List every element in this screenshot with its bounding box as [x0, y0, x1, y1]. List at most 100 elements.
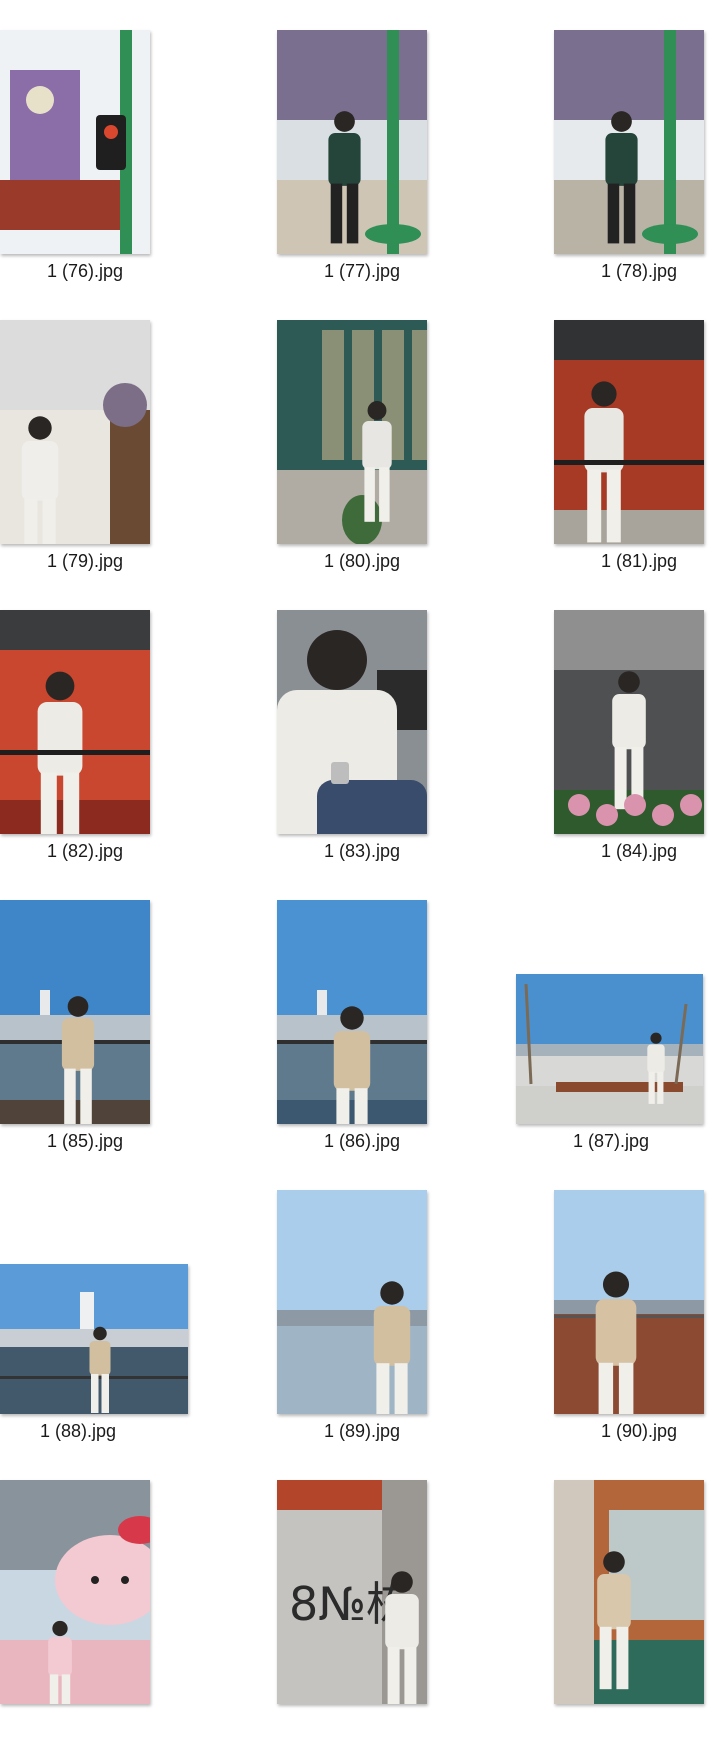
boardwalk [277, 1100, 427, 1124]
awning [554, 320, 704, 360]
person-head [367, 401, 387, 420]
watch [331, 762, 349, 784]
person-leg [91, 1374, 99, 1413]
photo-thumbnail[interactable] [0, 1264, 188, 1414]
photo-thumbnail[interactable] [554, 30, 704, 254]
person-leg [330, 183, 343, 244]
file-item[interactable]: 1 (90).jpg [554, 1170, 718, 1452]
person-leg [40, 772, 57, 834]
thumbnail-frame [554, 300, 718, 544]
railing [554, 460, 704, 465]
person-torso [605, 133, 638, 186]
thumbnail-frame: 8№栋 [277, 1460, 447, 1704]
photo-thumbnail[interactable] [277, 30, 427, 254]
person-leg [49, 1674, 59, 1704]
file-thumbnail-grid: 1 (76).jpg 1 (77).jpg 1 (78).jpg 1 (79).jpg… [0, 0, 718, 1706]
file-item[interactable]: 1 (87).jpg [516, 880, 718, 1162]
file-name-label: 1 (80).jpg [323, 551, 401, 571]
photo-thumbnail[interactable] [277, 610, 427, 834]
photo-thumbnail[interactable] [554, 1480, 704, 1704]
file-name-label: 1 (76).jpg [46, 261, 124, 281]
file-item[interactable]: 1 (78).jpg [554, 10, 718, 292]
person-torso [21, 441, 59, 501]
file-item[interactable]: 1 (89).jpg [277, 1170, 447, 1452]
person-torso [647, 1044, 665, 1073]
photo-thumbnail[interactable] [554, 320, 704, 544]
thumbnail-frame [277, 880, 447, 1124]
file-item[interactable]: 1 (84).jpg [554, 590, 718, 872]
file-name-label: 1 (81).jpg [600, 551, 678, 571]
person-leg [336, 1088, 350, 1124]
thumbnail-frame [277, 1170, 447, 1414]
person-leg [614, 746, 627, 810]
file-name-label: 1 (89).jpg [323, 1421, 401, 1441]
photo-thumbnail[interactable] [554, 610, 704, 834]
file-item[interactable]: 1 (83).jpg [277, 590, 447, 872]
photo-thumbnail[interactable] [277, 320, 427, 544]
file-item[interactable]: 1 (80).jpg [277, 300, 447, 582]
hydrangea [680, 794, 702, 816]
file-name-label: 1 (79).jpg [46, 551, 124, 571]
file-item[interactable]: 8№栋 [277, 1460, 447, 1742]
person-torso [595, 1299, 637, 1366]
photo-thumbnail[interactable] [554, 1190, 704, 1414]
file-item[interactable]: 1 (86).jpg [277, 880, 447, 1162]
photo-thumbnail[interactable] [0, 610, 150, 834]
person-head [391, 1571, 413, 1593]
person-leg [599, 1626, 612, 1690]
photo-thumbnail[interactable] [0, 320, 150, 544]
photo-image [516, 974, 703, 1124]
file-item[interactable] [554, 1460, 718, 1742]
hydrangea [652, 804, 674, 826]
photo-image: 8№栋 [277, 1480, 427, 1704]
person-leg [364, 467, 375, 522]
lamp-base [365, 224, 421, 244]
photo-thumbnail[interactable] [0, 1480, 150, 1704]
traffic-light-red [104, 125, 118, 139]
person-leg [63, 772, 80, 834]
photo-thumbnail[interactable] [0, 900, 150, 1124]
photo-thumbnail[interactable] [0, 30, 150, 254]
photo-thumbnail[interactable] [277, 900, 427, 1124]
hydrangea [596, 804, 618, 826]
file-item[interactable] [0, 1460, 170, 1742]
photo-image [277, 610, 427, 834]
file-name-label: 1 (84).jpg [600, 841, 678, 861]
person-leg [618, 1362, 634, 1414]
railing [0, 750, 150, 755]
person-leg [606, 469, 621, 543]
person-leg [64, 1068, 76, 1124]
photo-thumbnail[interactable]: 8№栋 [277, 1480, 427, 1704]
thumbnail-frame [554, 590, 718, 834]
person-torso [333, 1031, 371, 1091]
person-head [45, 671, 75, 701]
thumbnail-frame [277, 590, 447, 834]
photo-thumbnail[interactable] [516, 974, 703, 1124]
file-item[interactable]: 1 (81).jpg [554, 300, 718, 582]
window-pane [322, 330, 344, 460]
file-item[interactable]: 1 (82).jpg [0, 590, 170, 872]
person-leg [101, 1374, 109, 1413]
photo-image [0, 1480, 150, 1704]
person-torso [385, 1594, 419, 1650]
photo-image [277, 320, 427, 544]
sign-board [0, 180, 120, 230]
file-item[interactable]: 1 (76).jpg [0, 10, 170, 292]
photo-thumbnail[interactable] [277, 1190, 427, 1414]
person-leg [623, 183, 636, 244]
person-head [611, 111, 632, 132]
kitty-eye [121, 1576, 129, 1584]
sign-board [277, 30, 427, 120]
person-head [28, 416, 52, 440]
file-item[interactable]: 1 (88).jpg [0, 1170, 190, 1452]
file-name-label: 1 (86).jpg [323, 1131, 401, 1151]
person-torso [61, 1018, 95, 1071]
thumbnail-frame [554, 1170, 718, 1414]
file-item[interactable]: 1 (77).jpg [277, 10, 447, 292]
kitty-eye [91, 1576, 99, 1584]
lamp-pole [664, 30, 676, 254]
file-item[interactable]: 1 (85).jpg [0, 880, 170, 1162]
file-item[interactable]: 1 (79).jpg [0, 300, 170, 582]
person-head [307, 630, 367, 690]
person-leg [648, 1071, 655, 1104]
